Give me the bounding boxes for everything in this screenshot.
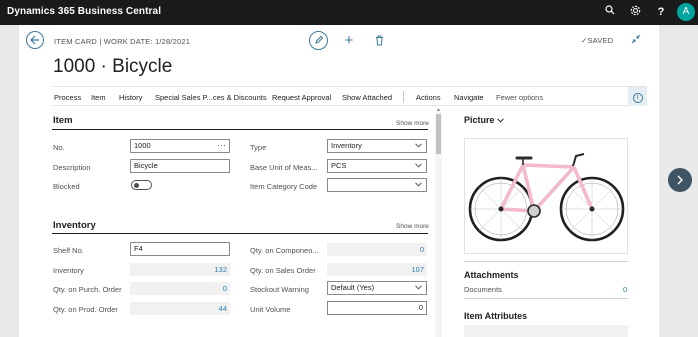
saved-label: SAVED [587,36,614,45]
inventory-section-title[interactable]: Inventory [53,220,96,231]
gear-icon[interactable] [628,5,642,19]
action-show-attached[interactable]: Show Attached [342,93,392,102]
base-uom-label: Base Unit of Meas... [250,163,318,172]
no-value: 1000 [134,141,151,150]
stockout-value: Default (Yes) [331,283,375,292]
chevron-down-icon [415,180,422,192]
base-uom-value: PCS [331,161,347,170]
type-select[interactable]: Inventory [327,139,427,153]
qty-prod-label: Qty. on Prod. Order [53,305,118,314]
blocked-toggle[interactable] [131,180,152,190]
action-special-sales[interactable]: Special Sales P...ces & Discounts [155,93,267,102]
documents-label: Documents [464,285,502,294]
description-field[interactable]: Bicycle [130,159,230,173]
stockout-label: Stockout Warning [250,285,309,294]
inventory-show-more[interactable]: Show more [396,223,429,230]
qty-purch-value[interactable]: 0 [130,282,230,295]
category-label: Item Category Code [250,182,318,191]
unit-volume-value: 0 [418,303,423,312]
qty-sales-value[interactable]: 107 [327,263,427,276]
attachments-title[interactable]: Attachments [464,270,519,280]
scroll-thumb[interactable] [436,114,441,154]
next-record-button[interactable] [668,168,692,192]
action-navigate[interactable]: Navigate [454,93,484,102]
bicycle-image [468,153,625,242]
no-label: No. [53,143,65,152]
avatar[interactable]: A [677,3,695,21]
action-request-approval[interactable]: Request Approval [272,93,331,102]
item-picture[interactable] [464,138,628,254]
toggle-knob [134,183,139,188]
action-history[interactable]: History [119,93,142,102]
app-title: Dynamics 365 Business Central [7,6,162,17]
no-field[interactable]: 1000 ··· [130,139,230,153]
collapse-icon[interactable] [631,34,641,46]
search-icon[interactable] [603,5,617,19]
back-button[interactable] [26,31,44,49]
page-title: 1000 · Bicycle [53,56,173,77]
picture-title[interactable]: Picture [464,115,504,125]
type-value: Inventory [331,141,362,150]
action-separator [403,91,404,103]
documents-count[interactable]: 0 [623,285,627,294]
delete-button[interactable] [372,31,386,50]
chevron-down-icon [497,115,504,125]
picture-title-label: Picture [464,115,495,125]
action-process[interactable]: Process [54,93,81,102]
attributes-title[interactable]: Item Attributes [464,311,527,321]
stockout-select[interactable]: Default (Yes) [327,281,427,295]
shelf-label: Shelf No. [53,246,84,255]
inventory-label: Inventory [53,266,84,275]
action-fewer-options[interactable]: Fewer options [496,93,543,102]
app-bar: Dynamics 365 Business Central ? A [0,0,698,25]
chevron-down-icon [415,161,422,173]
qty-prod-value[interactable]: 44 [130,302,230,315]
scroll-up-icon[interactable]: ▲ [436,107,441,113]
qty-sales-label: Qty. on Sales Order [250,266,316,275]
unit-volume-field[interactable]: 0 [327,301,427,315]
ellipsis-icon[interactable]: ··· [217,139,226,151]
saved-status: ✓SAVED [581,36,613,45]
new-button[interactable]: + [342,31,356,50]
action-item[interactable]: Item [91,93,106,102]
description-label: Description [53,163,91,172]
item-show-more[interactable]: Show more [396,120,429,127]
type-label: Type [250,143,267,152]
info-icon[interactable]: i [628,87,647,106]
base-uom-select[interactable]: PCS [327,159,427,173]
qty-comp-value[interactable]: 0 [327,243,427,256]
inventory-value[interactable]: 132 [130,263,230,276]
unit-volume-label: Unit Volume [250,305,291,314]
item-divider [52,129,428,130]
edit-button[interactable] [309,31,328,50]
qty-purch-label: Qty. on Purch. Order [53,285,122,294]
chevron-down-icon [415,141,422,153]
page-caption: ITEM CARD | WORK DATE: 1/28/2021 [54,37,191,46]
item-section-title[interactable]: Item [53,115,73,126]
help-icon[interactable]: ? [654,5,668,19]
attributes-content [464,325,628,337]
category-select[interactable] [327,178,427,192]
blocked-label: Blocked [53,182,80,191]
action-bar: Process Item History Special Sales P...c… [52,86,647,106]
qty-comp-label: Qty. on Componen... [250,246,319,255]
description-value: Bicycle [134,161,158,170]
inventory-divider [52,233,428,234]
shelf-value: F4 [134,244,143,253]
item-card: ITEM CARD | WORK DATE: 1/28/2021 + ✓SAVE… [19,25,659,337]
chevron-down-icon [415,283,422,295]
action-actions[interactable]: Actions [416,93,441,102]
attachments-divider [464,298,628,299]
shelf-field[interactable]: F4 [130,242,230,256]
content-scrollbar[interactable]: ▲ [435,107,442,337]
picture-divider [464,261,628,262]
